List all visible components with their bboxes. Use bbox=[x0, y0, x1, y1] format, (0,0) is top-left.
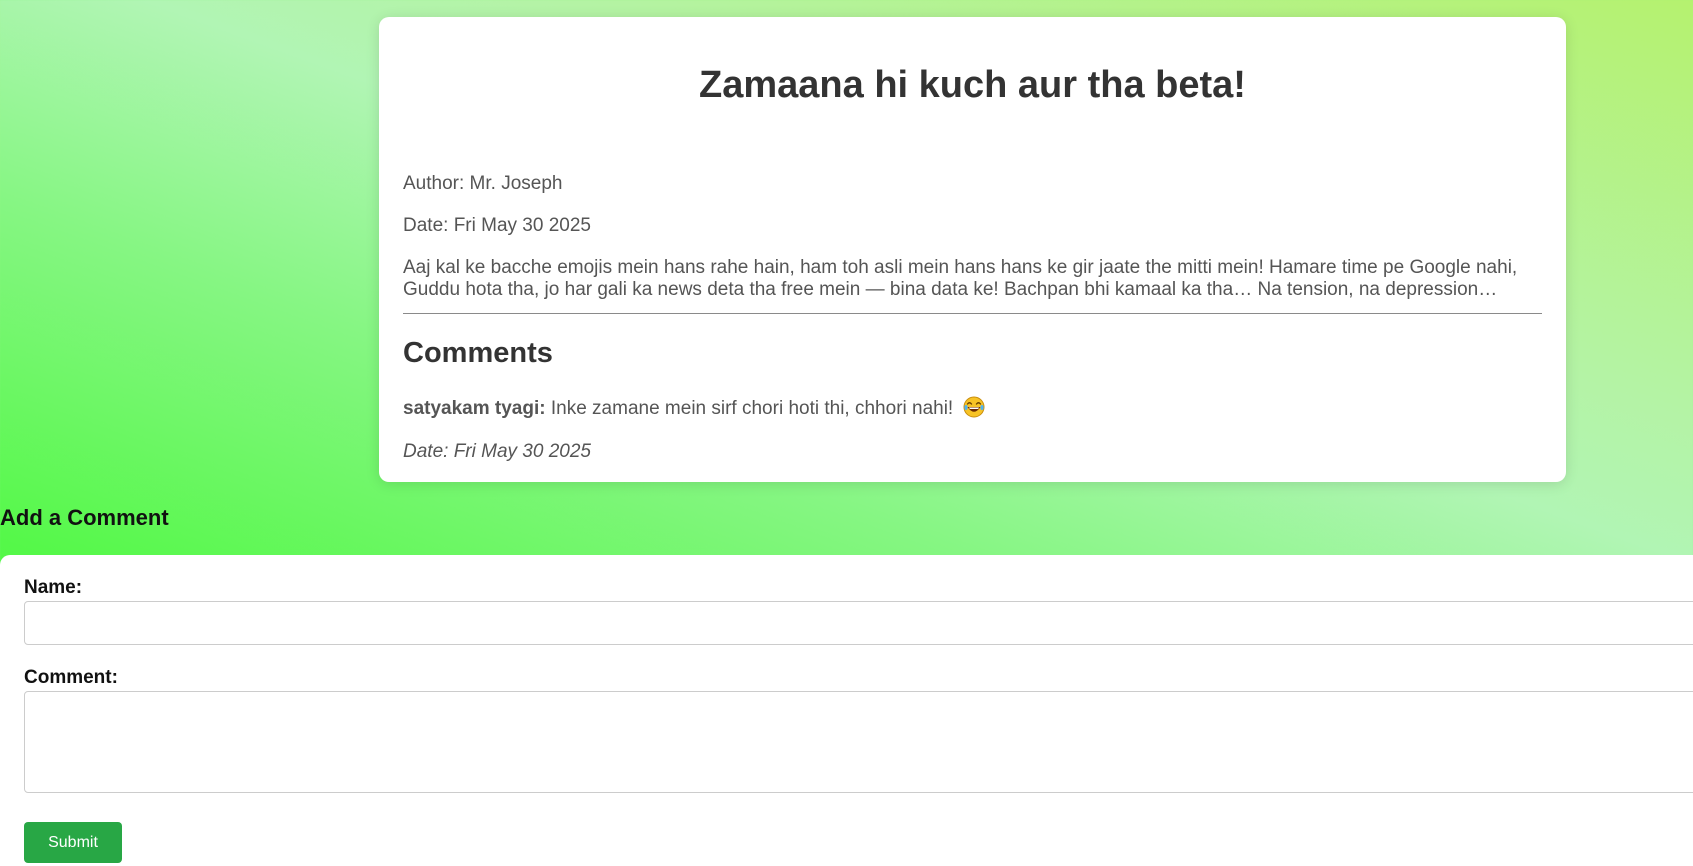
comment-text: Inke zamane mein sirf chori hoti thi, ch… bbox=[545, 398, 959, 420]
name-input[interactable] bbox=[24, 601, 1693, 645]
post-card: Zamaana hi kuch aur tha beta! Author: Mr… bbox=[379, 17, 1566, 482]
add-comment-heading: Add a Comment bbox=[0, 505, 169, 530]
submit-button[interactable]: Submit bbox=[24, 822, 122, 863]
comment-item: satyakam tyagi: Inke zamane mein sirf ch… bbox=[403, 396, 985, 420]
divider bbox=[403, 313, 1542, 314]
comment-textarea[interactable] bbox=[24, 691, 1693, 793]
comment-date: Date: Fri May 30 2025 bbox=[403, 441, 591, 462]
name-label: Name: bbox=[24, 577, 83, 598]
comment-author: satyakam tyagi: bbox=[403, 398, 546, 420]
post-author: Author: Mr. Joseph bbox=[403, 173, 563, 194]
comment-form: Name: Comment: Submit bbox=[0, 555, 1693, 866]
comments-heading: Comments bbox=[403, 337, 553, 369]
post-body: Aaj kal ke bacche emojis mein hans rahe … bbox=[403, 257, 1518, 300]
post-title: Zamaana hi kuch aur tha beta! bbox=[699, 64, 1246, 106]
comment-label: Comment: bbox=[24, 667, 118, 688]
laughing-tears-emoji-icon bbox=[963, 396, 984, 418]
post-date: Date: Fri May 30 2025 bbox=[403, 215, 591, 236]
